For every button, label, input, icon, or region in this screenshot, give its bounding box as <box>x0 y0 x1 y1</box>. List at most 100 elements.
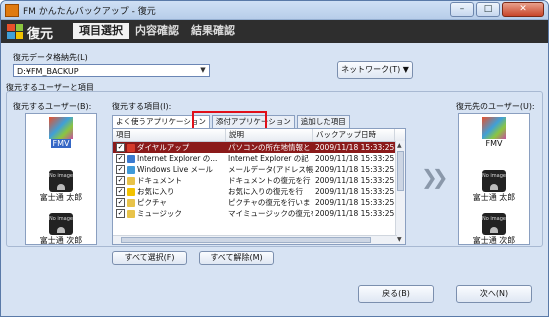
maximize-button[interactable]: □ <box>476 2 500 17</box>
fmv-user-icon <box>482 117 506 139</box>
scroll-thumb[interactable] <box>397 151 404 191</box>
items-table: 項目 説明 バックアップ日時 ✓ ダイヤルアップ パソコンの所在地情報と 2009/1… <box>112 128 406 245</box>
table-row[interactable]: ✓ ダイヤルアップ パソコンの所在地情報と 2009/11/18 15:33:25 <box>113 142 405 153</box>
dest-user-name: 富士通 太郎 <box>472 193 516 202</box>
item-desc: パソコンの所在地情報と <box>228 143 311 152</box>
table-row[interactable]: ✓ ピクチャ ピクチャの復元を行いま 2009/11/18 15:33:25 <box>113 197 405 208</box>
dest-user-fmv[interactable]: FMV <box>464 117 524 148</box>
step-item-select: 項目選択 <box>73 23 129 39</box>
fmv-user-icon <box>49 117 73 139</box>
item-date: 2009/11/18 15:33:25 <box>315 143 395 152</box>
source-user-name: 富士通 太郎 <box>39 193 83 202</box>
item-icon <box>127 154 135 163</box>
items-label: 復元する項目(I): <box>112 102 172 111</box>
minimize-button[interactable]: – <box>450 2 474 17</box>
item-name: ピクチャ <box>137 198 167 207</box>
item-desc: メールデータ(アドレス帳) <box>228 165 313 174</box>
table-row[interactable]: ✓ お気に入り お気に入りの復元を行 2009/11/18 15:33:25 <box>113 186 405 197</box>
checkbox[interactable]: ✓ <box>116 198 125 207</box>
item-name: Windows Live メール <box>137 165 214 174</box>
item-date: 2009/11/18 15:33:25 <box>315 154 395 163</box>
table-row[interactable]: ✓ Internet Explorer の... Internet Explorer… <box>113 153 405 164</box>
network-button[interactable]: ネットワーク(T) ▼ <box>337 61 413 79</box>
dest-user-name: FMV <box>485 139 503 148</box>
item-name: Internet Explorer の... <box>137 154 218 163</box>
tab-added-items[interactable]: 追加した項目 <box>296 115 350 128</box>
next-button[interactable]: 次へ(N) <box>456 285 532 303</box>
item-desc: お気に入りの復元を行 <box>228 187 303 196</box>
dest-user-taro[interactable]: No image 富士通 太郎 <box>464 170 524 203</box>
no-image-icon: No image <box>49 170 73 192</box>
no-image-icon: No image <box>49 213 73 235</box>
window-title: FM かんたんバックアップ - 復元 <box>23 7 156 17</box>
table-row[interactable]: ✓ Windows Live メール メールデータ(アドレス帳) 2009/11/18… <box>113 164 405 175</box>
item-date: 2009/11/18 15:33:25 <box>315 165 395 174</box>
wizard-header: 復元 項目選択 内容確認 結果確認 <box>1 20 548 43</box>
item-name: ミュージック <box>137 209 182 218</box>
checkbox[interactable]: ✓ <box>116 187 125 196</box>
source-users-list: FMV No image 富士通 太郎 No image 富士通 次郎 <box>25 113 97 245</box>
item-date: 2009/11/18 15:33:25 <box>315 209 395 218</box>
item-icon <box>127 165 135 174</box>
item-desc: Internet Explorer の記 <box>228 154 309 163</box>
column-header-item[interactable]: 項目 <box>113 129 226 141</box>
item-desc: ピクチャの復元を行いま <box>228 198 311 207</box>
item-desc: マイミュージックの復元を <box>228 209 313 218</box>
table-header: 項目 説明 バックアップ日時 <box>113 129 405 142</box>
item-icon <box>127 198 135 207</box>
chevron-down-icon: ▼ <box>200 66 206 74</box>
source-user-fmv[interactable]: FMV <box>31 117 91 148</box>
select-all-button[interactable]: すべて選択(F) <box>112 251 187 265</box>
item-name: ドキュメント <box>137 176 182 185</box>
checkbox[interactable]: ✓ <box>116 154 125 163</box>
source-user-jiro[interactable]: No image 富士通 次郎 <box>31 213 91 246</box>
dest-label: 復元データ格納先(L) <box>13 53 88 62</box>
item-icon <box>127 176 135 185</box>
source-user-name: 富士通 次郎 <box>39 236 83 245</box>
item-icon <box>127 143 135 152</box>
column-header-desc[interactable]: 説明 <box>226 129 313 141</box>
hscroll-thumb[interactable] <box>121 237 371 243</box>
dest-folder-select[interactable]: D:¥FM_BACKUP ▼ <box>13 64 210 77</box>
horizontal-scrollbar[interactable] <box>113 235 397 244</box>
source-user-name: FMV <box>50 139 72 148</box>
restore-logo-icon <box>7 24 23 39</box>
column-header-date[interactable]: バックアップ日時 <box>313 129 395 141</box>
scroll-down-icon[interactable]: ▼ <box>397 236 402 243</box>
checkbox[interactable]: ✓ <box>116 176 125 185</box>
wizard-steps: 項目選択 内容確認 結果確認 <box>73 23 241 39</box>
step-result: 結果確認 <box>191 24 235 37</box>
back-button[interactable]: 戻る(B) <box>358 285 434 303</box>
item-date: 2009/11/18 15:33:25 <box>315 187 395 196</box>
dest-user-jiro[interactable]: No image 富士通 次郎 <box>464 213 524 246</box>
source-users-label: 復元するユーザー(B): <box>13 102 92 111</box>
dest-user-name: 富士通 次郎 <box>472 236 516 245</box>
item-date: 2009/11/18 15:33:25 <box>315 176 395 185</box>
step-confirm: 内容確認 <box>135 24 179 37</box>
deselect-all-button[interactable]: すべて解除(M) <box>199 251 274 265</box>
title-bar: FM かんたんバックアップ - 復元 – □ ✕ <box>1 1 548 20</box>
app-icon <box>5 4 19 17</box>
source-user-taro[interactable]: No image 富士通 太郎 <box>31 170 91 203</box>
dest-users-label: 復元先のユーザー(U): <box>456 102 535 111</box>
scroll-up-icon[interactable]: ▲ <box>397 142 402 149</box>
dest-folder-value: D:¥FM_BACKUP <box>17 67 79 76</box>
checkbox[interactable]: ✓ <box>116 143 125 152</box>
checkbox[interactable]: ✓ <box>116 209 125 218</box>
dest-users-list: FMV No image 富士通 太郎 No image 富士通 次郎 <box>458 113 530 245</box>
item-desc: ドキュメントの復元を行 <box>228 176 311 185</box>
item-icon <box>127 209 135 218</box>
double-chevron-right-icon: ❯❯ <box>421 165 448 189</box>
checkbox[interactable]: ✓ <box>116 165 125 174</box>
table-row[interactable]: ✓ ドキュメント ドキュメントの復元を行 2009/11/18 15:33:25 <box>113 175 405 186</box>
item-name: ダイヤルアップ <box>137 143 190 152</box>
table-row[interactable]: ✓ ミュージック マイミュージックの復元を 2009/11/18 15:33:25 <box>113 208 405 219</box>
close-button[interactable]: ✕ <box>502 2 544 17</box>
header-title: 復元 <box>27 27 54 42</box>
no-image-icon: No image <box>482 213 506 235</box>
vertical-scrollbar[interactable]: ▲ ▼ <box>395 141 405 244</box>
item-name: お気に入り <box>137 187 175 196</box>
no-image-icon: No image <box>482 170 506 192</box>
app-window: FM かんたんバックアップ - 復元 – □ ✕ 復元 項目選択 内容確認 結果… <box>0 0 549 317</box>
item-icon <box>127 187 135 196</box>
